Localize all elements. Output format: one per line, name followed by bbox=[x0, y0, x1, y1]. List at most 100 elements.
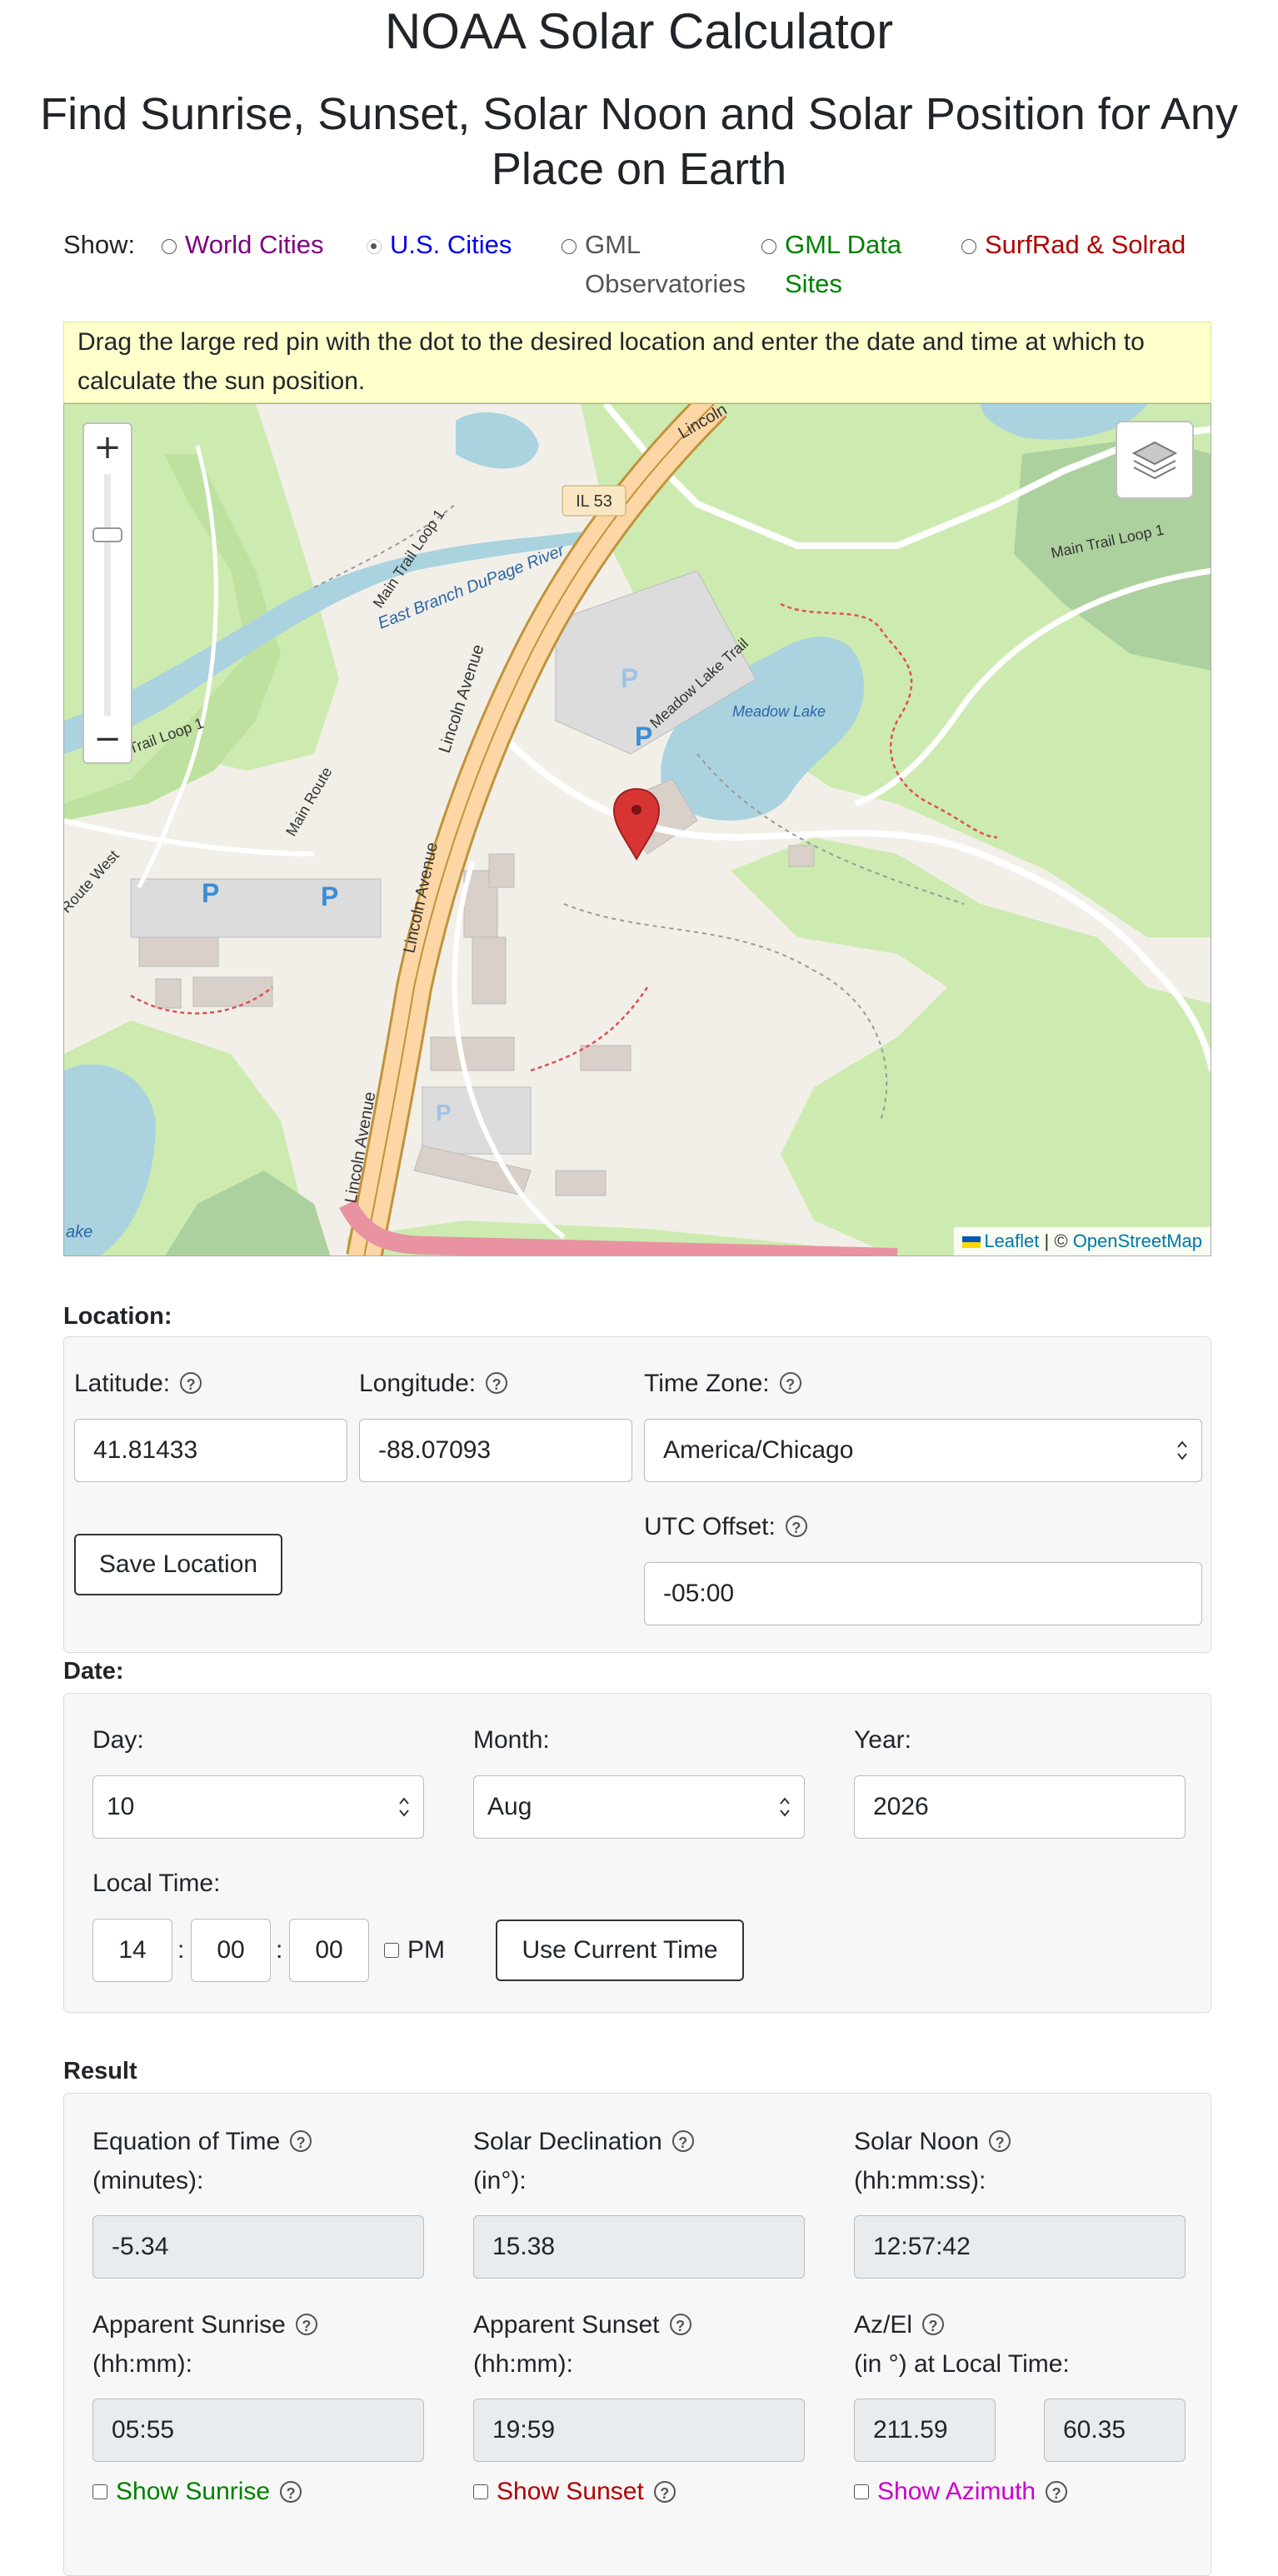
map-building bbox=[488, 853, 515, 888]
help-icon[interactable]: ? bbox=[785, 1515, 807, 1537]
show-sunset-checkbox[interactable]: Show Sunset? bbox=[473, 2472, 676, 2511]
leaflet-link[interactable]: Leaflet bbox=[984, 1231, 1039, 1251]
month-select[interactable]: Aug bbox=[473, 1775, 805, 1839]
checkbox-box bbox=[384, 1942, 399, 1958]
map-building bbox=[155, 978, 182, 1009]
result-panel: Equation of Time? (minutes): Solar Declin… bbox=[63, 2093, 1211, 2576]
equation-of-time-label: Equation of Time? (minutes): bbox=[92, 2122, 312, 2200]
map-building bbox=[472, 936, 507, 1005]
show-surfrad-radio[interactable]: SurfRad & Solrad bbox=[961, 225, 1211, 264]
second-input[interactable]: 00 bbox=[289, 1919, 369, 1982]
map-zoom-control: + − bbox=[82, 422, 132, 764]
azimuth-output: 211.59 bbox=[854, 2399, 996, 2462]
zoom-slider-knob[interactable] bbox=[92, 527, 122, 542]
show-azimuth-checkbox[interactable]: Show Azimuth? bbox=[854, 2472, 1068, 2511]
radio-circle bbox=[162, 239, 177, 254]
month-value: Aug bbox=[487, 1793, 532, 1820]
timezone-label: Time Zone:? bbox=[644, 1364, 801, 1403]
location-panel: Latitude:? Longitude:? Time Zone:? 41.81… bbox=[63, 1336, 1211, 1653]
equation-of-time-output: -5.34 bbox=[92, 2215, 424, 2279]
help-icon[interactable]: ? bbox=[989, 2130, 1011, 2152]
local-time-label: Local Time: bbox=[92, 1870, 221, 1897]
radio-label: SurfRad & Solrad bbox=[985, 230, 1186, 259]
time-colon: : bbox=[276, 1936, 283, 1964]
save-location-button[interactable]: Save Location bbox=[74, 1534, 282, 1595]
utc-offset-input[interactable]: -05:00 bbox=[644, 1562, 1202, 1625]
timezone-value: America/Chicago bbox=[663, 1436, 854, 1464]
help-icon[interactable]: ? bbox=[922, 2314, 945, 2335]
map-label-lake: ake bbox=[66, 1223, 92, 1241]
map-parking-icon: P bbox=[202, 878, 219, 908]
az-el-label: Az/El? (in °) at Local Time: bbox=[854, 2311, 1070, 2378]
map-parking-icon: P bbox=[436, 1100, 452, 1126]
radio-circle bbox=[761, 239, 776, 254]
show-world-cities-radio[interactable]: World Cities bbox=[162, 225, 328, 264]
radio-label: World Cities bbox=[185, 230, 324, 259]
show-sunrise-checkbox[interactable]: Show Sunrise? bbox=[92, 2472, 302, 2511]
help-icon[interactable]: ? bbox=[280, 2480, 302, 2503]
apparent-sunset-output: 19:59 bbox=[473, 2399, 805, 2462]
map-water bbox=[456, 412, 539, 469]
page-title: NOAA Solar Calculator bbox=[384, 3, 894, 59]
help-icon[interactable]: ? bbox=[486, 1372, 508, 1394]
zoom-slider-track[interactable] bbox=[104, 474, 111, 716]
zoom-out-button[interactable]: − bbox=[84, 716, 131, 762]
pm-checkbox[interactable]: PM bbox=[384, 1930, 445, 1969]
radio-label: GML Observatories bbox=[585, 230, 746, 298]
timezone-select[interactable]: America/Chicago bbox=[644, 1419, 1202, 1482]
map-tiles[interactable]: IL 53 Lincoln Avenue Lincoln Avenue Linc… bbox=[64, 404, 1211, 1256]
show-us-cities-radio[interactable]: U.S. Cities bbox=[367, 225, 583, 264]
instructions-note: Drag the large red pin with the dot to t… bbox=[63, 322, 1211, 403]
map-parking-lot bbox=[130, 878, 382, 938]
apparent-sunset-label: Apparent Sunset? (hh:mm): bbox=[473, 2305, 691, 2384]
help-icon[interactable]: ? bbox=[671, 2130, 694, 2152]
elevation-output: 60.35 bbox=[1044, 2399, 1186, 2462]
day-select[interactable]: 10 bbox=[92, 1775, 424, 1839]
pm-label: PM bbox=[407, 1936, 445, 1964]
radio-circle bbox=[562, 239, 577, 254]
zoom-in-button[interactable]: + bbox=[84, 424, 131, 471]
map-building bbox=[555, 1170, 607, 1196]
month-label: Month: bbox=[473, 1726, 550, 1754]
show-gml-observatories-radio[interactable]: GML Observatories bbox=[562, 225, 746, 303]
select-chevron-icon bbox=[399, 1797, 409, 1817]
solar-declination-label: Solar Declination? (in°): bbox=[473, 2122, 694, 2200]
map-parking-icon: P bbox=[621, 663, 638, 693]
checkbox-box bbox=[92, 2484, 107, 2499]
help-icon[interactable]: ? bbox=[653, 2480, 676, 2503]
show-azimuth-label: Show Azimuth bbox=[877, 2478, 1036, 2505]
map-building bbox=[430, 1036, 515, 1071]
date-panel: Day: Month: Year: 10 Aug 2026 Local Time… bbox=[63, 1693, 1211, 2013]
help-icon[interactable]: ? bbox=[295, 2314, 317, 2335]
select-chevron-icon bbox=[780, 1797, 790, 1817]
hour-input[interactable]: 14 bbox=[92, 1919, 172, 1982]
map-building bbox=[788, 845, 815, 867]
solar-noon-output: 12:57:42 bbox=[854, 2215, 1186, 2279]
attribution-copyright: © bbox=[1054, 1231, 1068, 1251]
map-label-il53: IL 53 bbox=[576, 492, 612, 511]
show-sunset-label: Show Sunset bbox=[497, 2478, 644, 2505]
ukraine-flag-icon bbox=[962, 1236, 981, 1248]
help-icon[interactable]: ? bbox=[180, 1372, 202, 1394]
help-icon[interactable]: ? bbox=[1046, 2480, 1068, 2503]
map-building bbox=[580, 1045, 632, 1071]
map-building bbox=[138, 936, 219, 967]
minute-input[interactable]: 00 bbox=[191, 1919, 271, 1982]
show-label: Show: bbox=[63, 230, 136, 259]
layers-control-button[interactable] bbox=[1116, 421, 1194, 499]
apparent-sunrise-output: 05:55 bbox=[92, 2399, 424, 2462]
use-current-time-button[interactable]: Use Current Time bbox=[496, 1920, 744, 1981]
map[interactable]: IL 53 Lincoln Avenue Lincoln Avenue Linc… bbox=[63, 403, 1211, 1256]
help-icon[interactable]: ? bbox=[290, 2130, 312, 2152]
help-icon[interactable]: ? bbox=[669, 2314, 691, 2335]
show-gml-data-sites-radio[interactable]: GML Data Sites bbox=[761, 225, 928, 303]
radio-circle-selected bbox=[367, 239, 382, 254]
latitude-input[interactable]: 41.81433 bbox=[74, 1419, 347, 1482]
map-building bbox=[192, 976, 273, 1007]
longitude-input[interactable]: -88.07093 bbox=[359, 1419, 632, 1482]
openstreetmap-link[interactable]: OpenStreetMap bbox=[1073, 1231, 1202, 1251]
year-input[interactable]: 2026 bbox=[854, 1775, 1186, 1839]
map-parking-icon: P bbox=[321, 881, 338, 911]
day-label: Day: bbox=[92, 1726, 144, 1754]
help-icon[interactable]: ? bbox=[779, 1372, 801, 1394]
